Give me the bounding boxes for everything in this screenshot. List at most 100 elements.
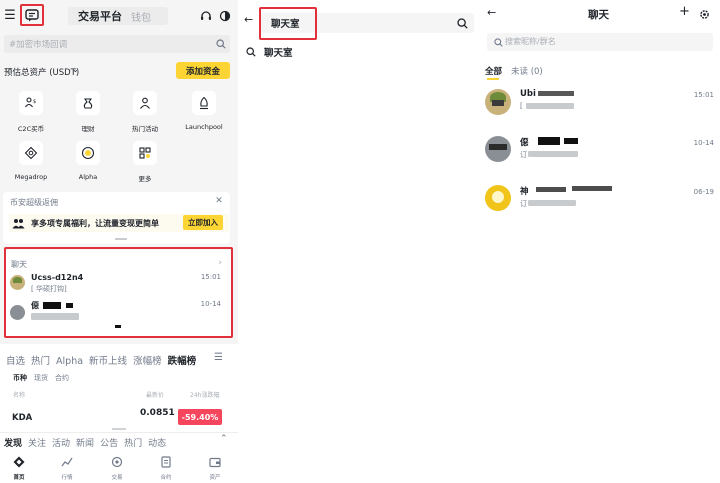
nav-trade[interactable]: 交易 [102, 453, 132, 481]
nav-home[interactable]: 首页 [4, 453, 34, 481]
gear-icon[interactable] [698, 8, 710, 20]
feed-tab-announcements[interactable]: 公告 [100, 439, 118, 449]
estimated-assets-label: 预估总资产 (USDT) [4, 68, 80, 78]
chat-preview: 订 [520, 151, 527, 159]
nav-assets[interactable]: 资产 [200, 453, 230, 481]
vip-banner[interactable]: 享多项专属福利，让流量变现更简单 立即加入 [9, 214, 229, 232]
search-icon [493, 37, 503, 47]
shortcut-grid: $ C2C买币 理财 热门活动 Launchpool Megadrop Alph… [0, 90, 238, 185]
menu-icon[interactable]: ☰ [3, 8, 17, 23]
feed-tab-following[interactable]: 关注 [28, 439, 46, 449]
grid-icon [133, 141, 157, 165]
coin-price: 0.0851 [140, 408, 175, 418]
change-badge: -59.40% [178, 409, 222, 425]
redaction-mark [536, 187, 566, 192]
tab-favorites[interactable]: 自选 [6, 356, 25, 367]
shortcut-earn[interactable]: 理财 [65, 90, 111, 134]
subtab-coin[interactable]: 币种 [13, 374, 27, 382]
shortcut-label: 热门活动 [132, 125, 158, 133]
col-name: 名称 [13, 392, 26, 399]
search-placeholder: 搜索昵称/群名 [505, 37, 556, 46]
chat-search-input[interactable]: 搜索昵称/群名 [487, 33, 713, 51]
feed-tab-events[interactable]: 活动 [52, 439, 70, 449]
tab-all[interactable]: 全部 [485, 65, 502, 77]
search-result-label: 聊天室 [264, 48, 293, 59]
chat-list-panel: ← 聊天 + 搜索昵称/群名 全部 未读 (0) Ubi [ 15:01 僫 订… [480, 0, 720, 483]
people-icon [11, 217, 25, 229]
shortcut-launchpool[interactable]: Launchpool [179, 90, 229, 134]
feed-tab-news[interactable]: 新闻 [76, 439, 94, 449]
search-bar[interactable]: #加密市场回调 [4, 35, 230, 53]
chevron-up-icon[interactable]: ⌃ [220, 434, 228, 444]
subtab-spot[interactable]: 现货 [34, 374, 48, 382]
market-tabs: 自选 热门 Alpha 新币上线 涨幅榜 跌幅榜 [6, 353, 234, 367]
shortcut-label: C2C买币 [17, 125, 45, 133]
shortcut-events[interactable]: 热门活动 [122, 90, 168, 134]
add-funds-button[interactable]: 添加资金 [176, 62, 230, 79]
feed-tab-updates[interactable]: 动态 [148, 439, 166, 449]
shortcut-alpha[interactable]: Alpha [65, 140, 111, 184]
trade-icon [110, 455, 124, 469]
avatar [485, 89, 511, 115]
shortcut-label: 更多 [138, 175, 152, 183]
redaction-mark [572, 186, 612, 191]
tab-hot[interactable]: 热门 [31, 356, 50, 367]
bottom-nav: 首页 行情 交易 合约 资产 [0, 450, 238, 483]
search-icon[interactable] [215, 38, 226, 49]
home-panel: ☰ 交易平台 钱包 #加密市场回调 预估总资产 (USDT) ⌄ 添加资金 $ … [0, 0, 238, 483]
chat-preview: 订 [520, 200, 527, 208]
page-title: 聊天 [588, 9, 609, 21]
tab-unread[interactable]: 未读 (0) [511, 65, 543, 77]
tab-indicator [487, 78, 499, 80]
blurred-preview [526, 103, 574, 109]
close-icon[interactable]: ✕ [214, 196, 224, 206]
nav-label: 行情 [61, 475, 73, 481]
back-arrow-icon[interactable]: ← [244, 13, 253, 26]
nav-markets[interactable]: 行情 [52, 453, 82, 481]
drag-handle[interactable] [112, 428, 126, 430]
headset-icon[interactable] [199, 9, 212, 22]
theme-icon[interactable] [218, 9, 231, 22]
tab-new-listing[interactable]: 新币上线 [89, 356, 127, 367]
launchpool-icon [192, 91, 216, 115]
shortcut-more[interactable]: 更多 [122, 140, 168, 184]
nav-futures[interactable]: 合约 [151, 453, 181, 481]
redaction-mark [538, 91, 574, 96]
avatar [485, 136, 511, 162]
chat-name: Ubi [520, 89, 536, 99]
plus-icon[interactable]: + [679, 4, 690, 19]
shortcut-megadrop[interactable]: Megadrop [8, 140, 54, 184]
tab-exchange[interactable]: 交易平台 [78, 8, 122, 24]
chat-list-item[interactable]: 神 订 06-19 [480, 182, 720, 222]
search-result-item[interactable]: 聊天室 [240, 42, 478, 62]
nav-label: 首页 [13, 475, 25, 481]
tab-losers[interactable]: 跌幅榜 [168, 356, 197, 367]
coin-symbol: KDA [12, 413, 33, 423]
subtab-futures[interactable]: 合约 [55, 374, 69, 382]
tab-gainers[interactable]: 涨幅榜 [133, 356, 162, 367]
feed-tab-bar: 发现 关注 活动 新闻 公告 热门 动态 ⌃ [0, 428, 238, 450]
tab-wallet[interactable]: 钱包 [131, 9, 151, 24]
chat-card-highlight [4, 247, 233, 338]
chevron-down-icon[interactable]: ⌄ [72, 65, 79, 74]
join-button[interactable]: 立即加入 [183, 215, 223, 230]
vip-card: 币安超级返佣 ✕ 享多项专属福利，让流量变现更简单 立即加入 [3, 192, 230, 244]
chat-list-item[interactable]: Ubi [ 15:01 [480, 84, 720, 124]
feed-tab-trending[interactable]: 热门 [124, 439, 142, 449]
nav-label: 交易 [111, 475, 123, 481]
chat-icon-highlight [20, 4, 44, 26]
tab-alpha[interactable]: Alpha [56, 356, 83, 367]
megadrop-icon [19, 141, 43, 165]
shortcut-label: 理财 [81, 125, 95, 133]
search-icon[interactable] [456, 17, 468, 29]
chat-list-item[interactable]: 僫 订 10-14 [480, 132, 720, 172]
menu-icon[interactable]: ☰ [214, 352, 223, 363]
table-row[interactable]: KDA 0.0851 -59.40% [0, 404, 238, 430]
col-price: 最新价 [146, 392, 165, 399]
back-arrow-icon[interactable]: ← [487, 6, 496, 19]
feed-tab-discover[interactable]: 发现 [4, 439, 22, 449]
home-logo-icon [12, 455, 26, 469]
chat-name: 神 [520, 187, 529, 197]
shortcut-c2c[interactable]: $ C2C买币 [8, 90, 54, 134]
feed-tabs: 发现 关注 活动 新闻 公告 热门 动态 [4, 436, 166, 449]
